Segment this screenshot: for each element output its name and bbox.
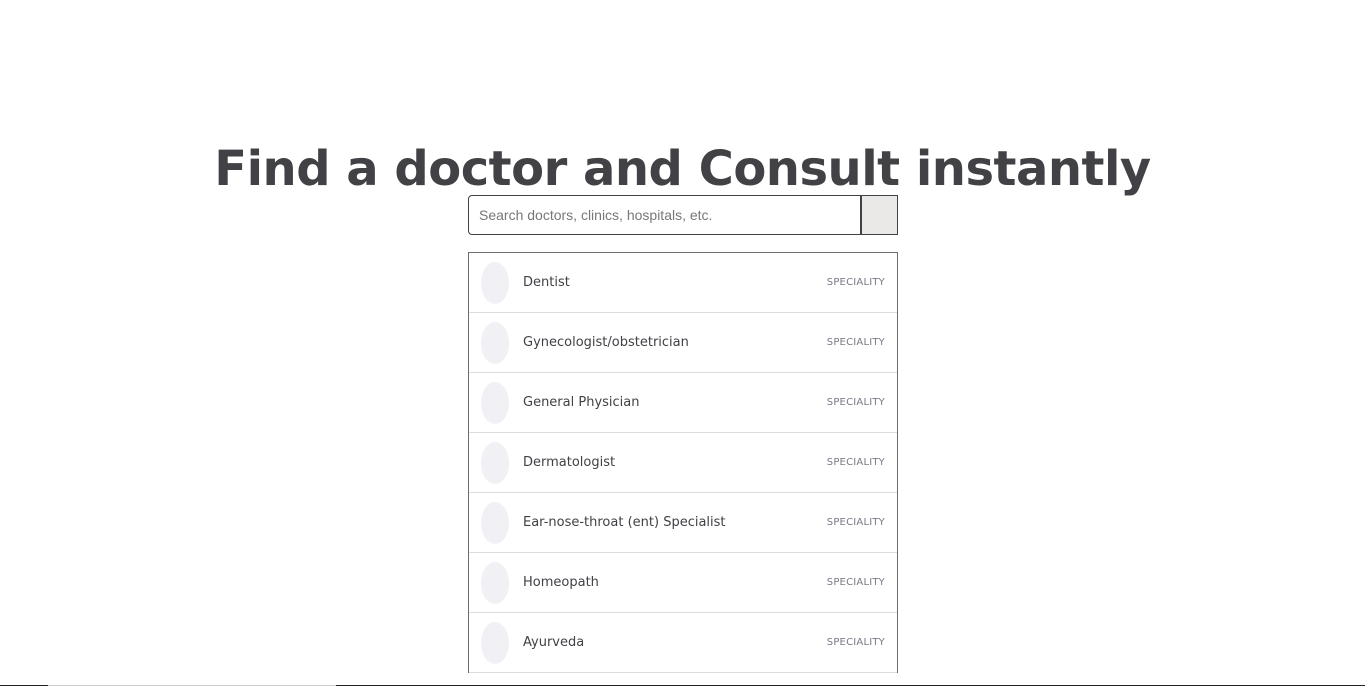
search-input[interactable]	[468, 195, 861, 235]
search-results-list: Dentist SPECIALITY Gynecologist/obstetri…	[468, 252, 898, 673]
avatar	[481, 381, 509, 424]
result-type-label: SPECIALITY	[826, 397, 885, 408]
avatar	[481, 501, 509, 544]
result-type-label: SPECIALITY	[826, 637, 885, 648]
result-name: Homeopath	[523, 575, 599, 590]
result-name: Dentist	[523, 275, 570, 290]
avatar	[481, 621, 509, 664]
page-title: Find a doctor and Consult instantly	[214, 141, 1151, 197]
list-item[interactable]: General Physician SPECIALITY	[469, 373, 897, 433]
avatar	[481, 561, 509, 604]
avatar	[481, 441, 509, 484]
search-button[interactable]	[861, 195, 898, 235]
result-type-label: SPECIALITY	[826, 277, 885, 288]
list-item[interactable]: Homeopath SPECIALITY	[469, 553, 897, 613]
result-name: Gynecologist/obstetrician	[523, 335, 689, 350]
list-item[interactable]: Gynecologist/obstetrician SPECIALITY	[469, 313, 897, 373]
search-bar	[468, 195, 898, 235]
result-type-label: SPECIALITY	[826, 337, 885, 348]
result-name: Ayurveda	[523, 635, 585, 650]
result-name: Ear-nose-throat (ent) Specialist	[523, 515, 726, 530]
avatar	[481, 321, 509, 364]
result-name: General Physician	[523, 395, 640, 410]
result-type-label: SPECIALITY	[826, 577, 885, 588]
result-name: Dermatologist	[523, 455, 616, 470]
avatar	[481, 261, 509, 304]
list-item[interactable]: Ear-nose-throat (ent) Specialist SPECIAL…	[469, 493, 897, 553]
result-type-label: SPECIALITY	[826, 457, 885, 468]
list-item[interactable]: Dermatologist SPECIALITY	[469, 433, 897, 493]
list-item[interactable]: Dentist SPECIALITY	[469, 253, 897, 313]
result-type-label: SPECIALITY	[826, 517, 885, 528]
list-item[interactable]: Ayurveda SPECIALITY	[469, 613, 897, 673]
